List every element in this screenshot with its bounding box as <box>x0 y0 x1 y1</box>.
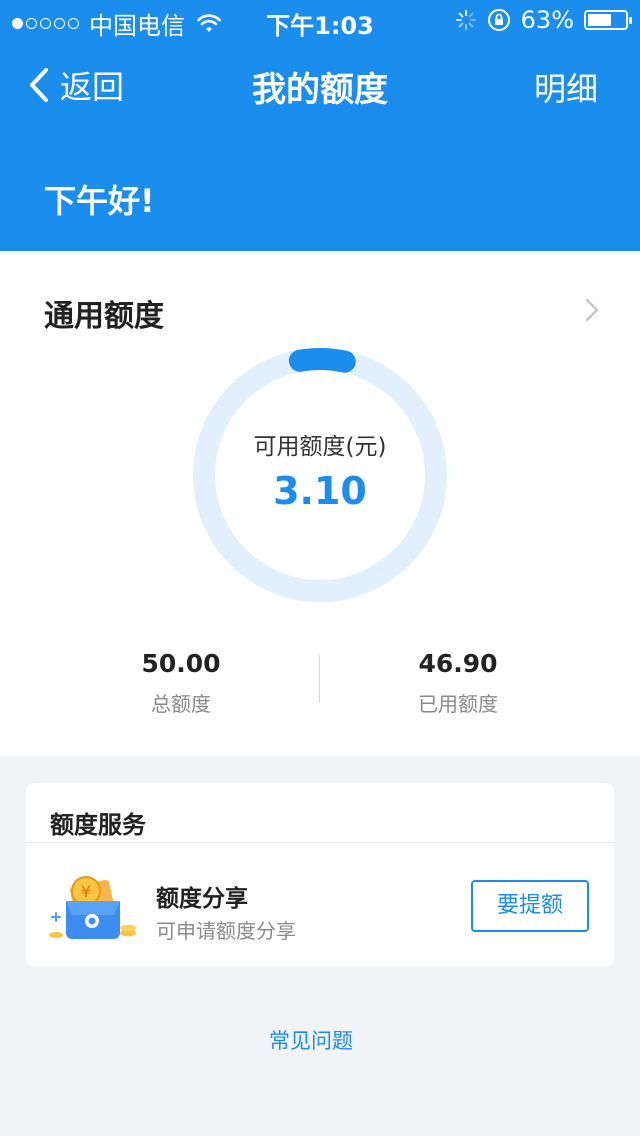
total-quota-stat: 50.00 总额度 <box>81 649 281 717</box>
request-increase-button[interactable]: 要提额 <box>471 880 589 932</box>
available-quota-value: 3.10 <box>273 469 367 513</box>
quota-service-card: 额度服务 ¥ 额度分享 可申请额度分享 要提额 <box>26 783 614 967</box>
battery-level <box>588 14 611 26</box>
svg-text:¥: ¥ <box>81 882 91 901</box>
loading-spinner-icon <box>455 10 476 30</box>
service-item-name: 额度分享 <box>156 886 248 912</box>
service-item-desc: 可申请额度分享 <box>156 919 296 943</box>
quota-card: 通用额度 可用额度(元) 3.10 50.00 总额度 46.90 已用额度 <box>0 251 640 756</box>
service-section-title: 额度服务 <box>50 811 146 839</box>
status-right: 63% <box>455 6 632 34</box>
battery-icon <box>584 10 632 30</box>
stat-divider <box>319 655 320 703</box>
status-bar: 中国电信 下午1:03 63% <box>0 0 640 40</box>
used-quota-label: 已用额度 <box>418 692 498 716</box>
greeting-text: 下午好! <box>44 182 155 220</box>
quota-section-title[interactable]: 通用额度 <box>44 291 164 335</box>
battery-percent: 63% <box>520 6 574 34</box>
faq-link[interactable]: 常见问题 <box>0 1025 622 1055</box>
total-quota-value: 50.00 <box>141 649 221 678</box>
divider <box>26 842 614 843</box>
navigation-bar: 返回 我的额度 明细 <box>0 50 640 120</box>
details-button[interactable]: 明细 <box>534 64 598 110</box>
total-quota-label: 总额度 <box>151 692 211 716</box>
header-area: 中国电信 下午1:03 63% 返回 我的额度 明细 下午好! <box>0 0 640 251</box>
used-quota-value: 46.90 <box>418 649 498 678</box>
back-button[interactable]: 返回 <box>28 62 124 108</box>
chevron-right-icon[interactable] <box>584 297 600 323</box>
back-label: 返回 <box>60 68 125 106</box>
orientation-lock-icon <box>487 9 510 31</box>
available-quota-label: 可用额度(元) <box>253 434 387 460</box>
wallet-coin-icon: ¥ <box>49 876 136 939</box>
chevron-left-icon <box>30 68 48 102</box>
used-quota-stat: 46.90 已用额度 <box>358 649 558 717</box>
